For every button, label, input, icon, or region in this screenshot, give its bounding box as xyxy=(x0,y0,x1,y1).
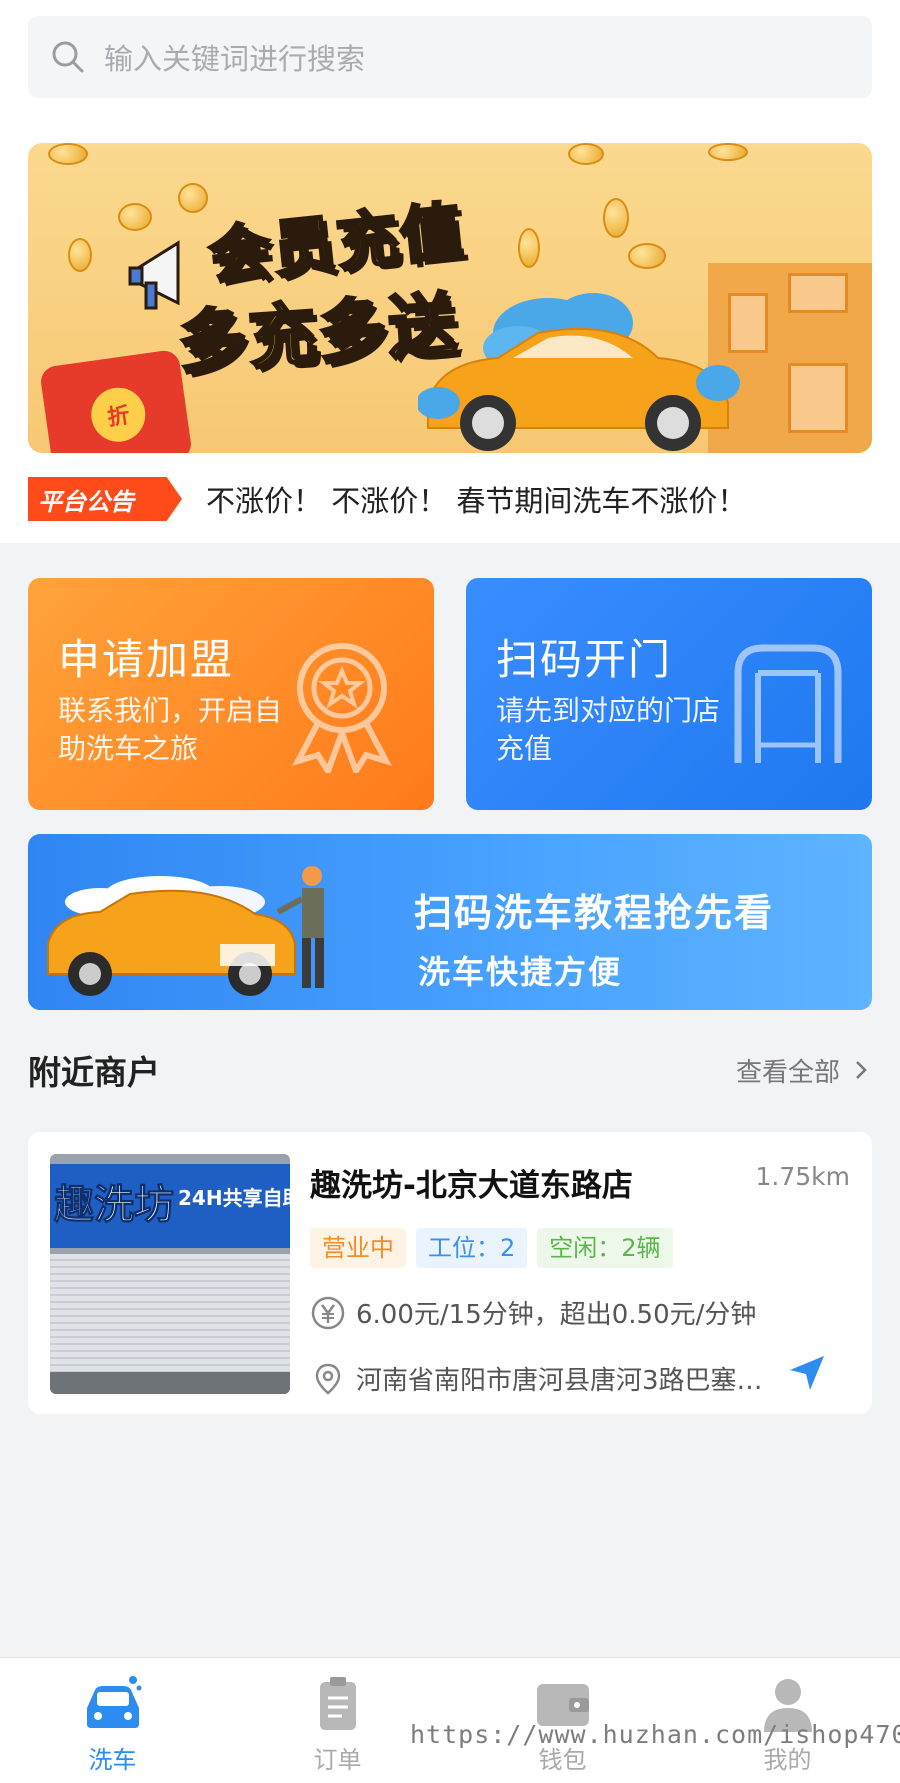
notice-tag: 平台公告 xyxy=(28,477,182,521)
store-photo-sign-text: 趣洗坊 xyxy=(54,1182,175,1229)
clipboard-icon xyxy=(319,1677,356,1730)
award-ribbon-icon xyxy=(292,643,392,773)
store-price-row: 6.00元/15分钟，超出0.50元/分钟 xyxy=(310,1294,756,1331)
door-icon xyxy=(734,644,842,763)
store-address-row: 河南省南阳市唐河县唐河3路巴塞罗那 xyxy=(310,1360,786,1397)
store-photo-sign-small: 24H共享自助洗 xyxy=(178,1186,290,1210)
view-all-link[interactable]: 查看全部 xyxy=(736,1052,872,1089)
search-bar[interactable]: 输入关键词进行搜索 xyxy=(28,16,872,98)
store-photo-sign: 趣洗坊 24H共享自助洗 xyxy=(50,1164,290,1248)
tutorial-title: 扫码洗车教程抢先看 xyxy=(414,891,775,935)
store-card[interactable]: 趣洗坊 24H共享自助洗 趣洗坊-北京大道东路店 1.75km 营业中 工位：2… xyxy=(28,1132,872,1414)
status-badge: 营业中 xyxy=(310,1228,406,1268)
platform-notice[interactable]: 平台公告 不涨价！ 不涨价！ 春节期间洗车不涨价！ xyxy=(28,475,872,523)
coin-decoration xyxy=(568,143,604,165)
scan-open-door-card[interactable]: 扫码开门 请先到对应的门店充值 xyxy=(466,578,872,810)
notice-text: 不涨价！ 不涨价！ 春节期间洗车不涨价！ xyxy=(206,484,747,518)
red-packet: 折 xyxy=(39,348,193,453)
chevron-right-icon xyxy=(856,1061,867,1079)
location-pin-icon xyxy=(315,1363,341,1395)
yen-icon xyxy=(311,1296,345,1329)
promo-banner[interactable]: 会员充值 多充多送 折 xyxy=(28,143,872,453)
coin-decoration xyxy=(118,203,152,231)
coin-decoration xyxy=(518,228,540,268)
car-icon xyxy=(86,1676,141,1728)
tutorial-subtitle: 洗车快捷方便 xyxy=(418,953,623,991)
store-photo-ground xyxy=(50,1372,290,1394)
scan-open-door-subtitle: 请先到对应的门店充值 xyxy=(496,694,721,765)
tab-wash[interactable]: 洗车 xyxy=(0,1658,225,1783)
scan-open-door-title: 扫码开门 xyxy=(496,635,673,684)
coin-decoration xyxy=(708,143,748,161)
apply-franchise-card[interactable]: 申请加盟 联系我们，开启自助洗车之旅 xyxy=(28,578,434,810)
nearby-section-header: 附近商户 查看全部 xyxy=(28,1044,872,1096)
coin-decoration xyxy=(48,143,88,165)
search-icon xyxy=(52,41,84,73)
store-address: 河南省南阳市唐河县唐河3路巴塞罗那 xyxy=(356,1366,786,1396)
store-price: 6.00元/15分钟，超出0.50元/分钟 xyxy=(356,1300,757,1330)
red-packet-seal: 折 xyxy=(87,384,149,446)
coin-decoration xyxy=(68,238,92,272)
store-photo-shutter xyxy=(50,1254,290,1374)
store-tags: 营业中 工位：2 空闲：2辆 xyxy=(310,1228,673,1268)
search-input[interactable]: 输入关键词进行搜索 xyxy=(104,36,365,78)
tab-wash-label: 洗车 xyxy=(88,1746,137,1774)
store-name: 趣洗坊-北京大道东路店 xyxy=(310,1168,633,1204)
tab-orders-label: 订单 xyxy=(313,1746,362,1774)
bays-badge: 工位：2 xyxy=(416,1228,528,1268)
view-all-label: 查看全部 xyxy=(735,1057,840,1088)
nearby-title: 附近商户 xyxy=(28,1053,160,1092)
apply-franchise-subtitle: 联系我们，开启自助洗车之旅 xyxy=(58,694,283,765)
car-illustration xyxy=(418,293,740,451)
navigate-icon[interactable] xyxy=(788,1354,826,1392)
car-wash-illustration xyxy=(47,866,324,996)
store-photo: 趣洗坊 24H共享自助洗 xyxy=(50,1154,290,1394)
apply-franchise-title: 申请加盟 xyxy=(58,635,235,684)
coin-decoration xyxy=(603,198,629,238)
watermark: https://www.huzhan.com/ishop47020 xyxy=(410,1720,900,1749)
store-distance: 1.75km xyxy=(755,1162,851,1191)
scan-tutorial-banner[interactable]: 扫码洗车教程抢先看 洗车快捷方便 xyxy=(28,834,872,1010)
header-area: 输入关键词进行搜索 会员充值 多充多送 折 平台公告 不涨价！ 不涨价！ 春节期… xyxy=(0,0,900,543)
idle-badge: 空闲：2辆 xyxy=(537,1228,673,1268)
